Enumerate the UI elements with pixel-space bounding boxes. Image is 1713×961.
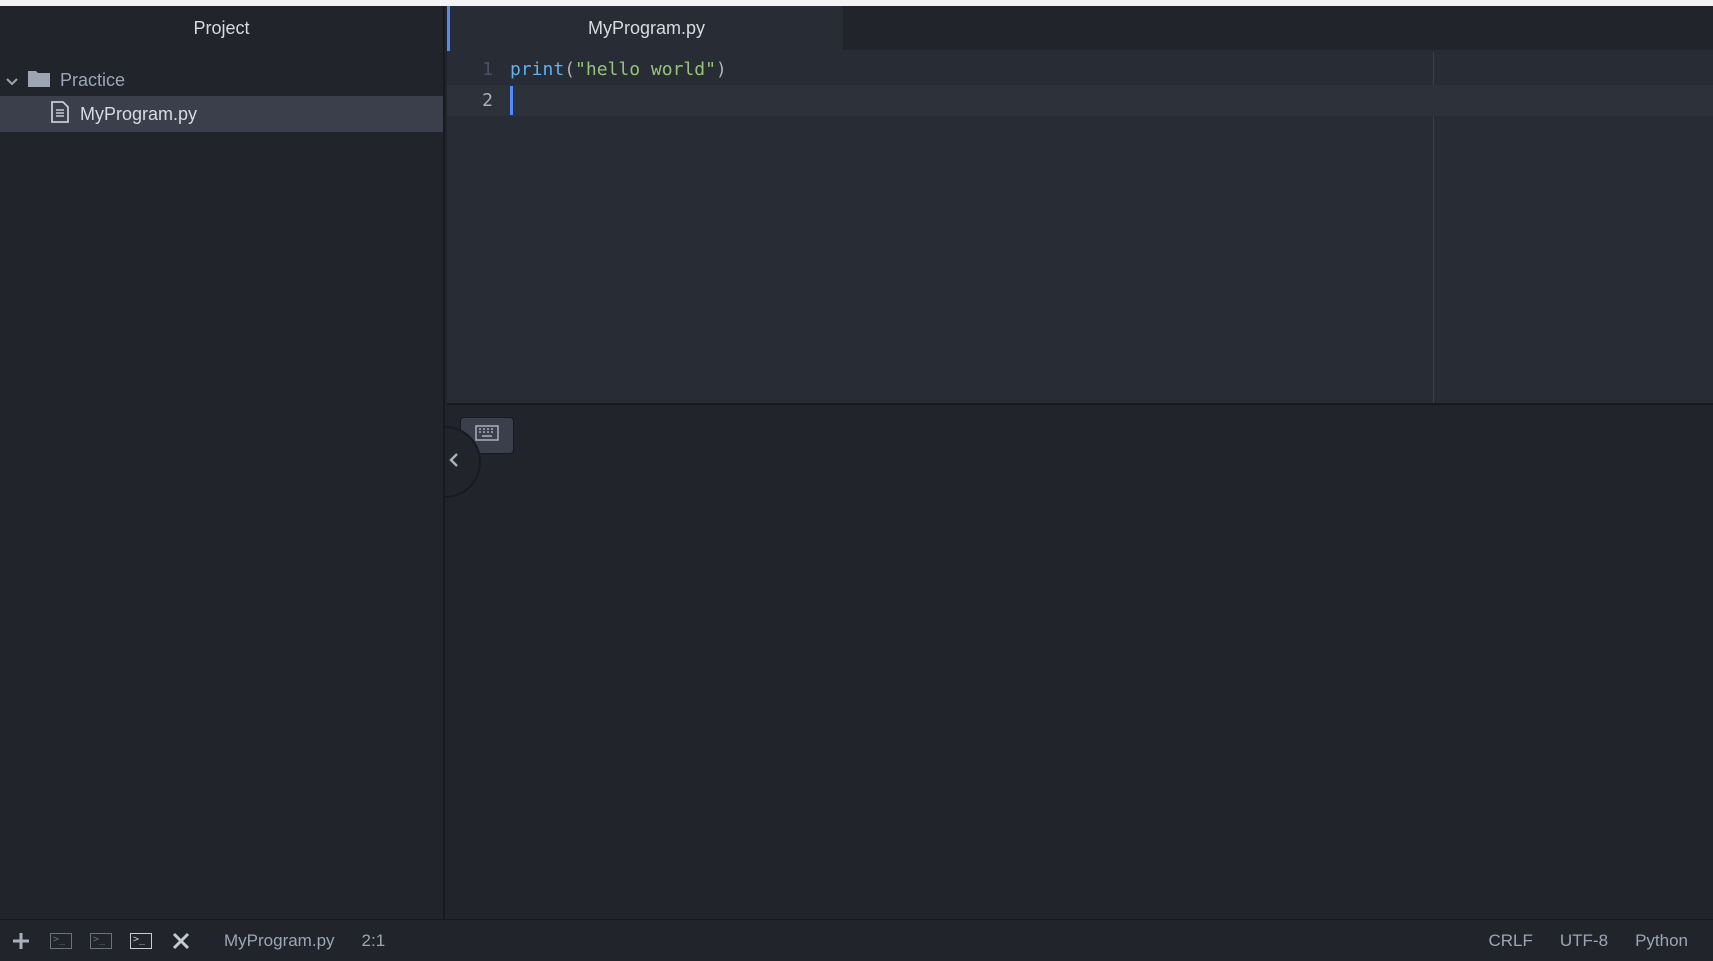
project-panel-title: Project: [193, 18, 250, 38]
tab-myprogram[interactable]: MyProgram.py: [447, 6, 843, 51]
line-number: 2: [482, 90, 493, 111]
tab-bar: MyProgram.py: [447, 6, 1713, 51]
grammar-selector[interactable]: Python: [1635, 931, 1688, 951]
folder-label: Practice: [60, 69, 126, 90]
terminal-panel[interactable]: [447, 403, 1713, 919]
terminal-active-icon[interactable]: >_: [126, 926, 156, 956]
chevron-down-icon: [6, 70, 20, 91]
chevron-left-icon[interactable]: [447, 450, 467, 474]
project-sidebar: Project Practice MyProgram.py: [0, 6, 445, 919]
code-line: 1 print("hello world"): [447, 54, 1713, 85]
code-line-current: 2: [447, 85, 1713, 116]
file-text-icon: [51, 100, 69, 128]
plus-icon[interactable]: [6, 926, 36, 956]
folder-icon: [28, 69, 50, 92]
keyboard-icon: [475, 425, 499, 446]
terminal-icon[interactable]: >_: [86, 926, 116, 956]
file-label: MyProgram.py: [80, 103, 198, 124]
close-icon[interactable]: [166, 926, 196, 956]
tree-file-myprogram[interactable]: MyProgram.py: [0, 96, 443, 132]
tree-folder-practice[interactable]: Practice: [0, 62, 443, 98]
code-editor[interactable]: 1 print("hello world") 2: [447, 52, 1713, 403]
status-file-name[interactable]: MyProgram.py: [224, 931, 335, 951]
line-text: print("hello world"): [510, 59, 727, 80]
file-encoding[interactable]: UTF-8: [1560, 931, 1608, 951]
line-ending[interactable]: CRLF: [1488, 931, 1532, 951]
editor-pane: MyProgram.py 1 print("hello world") 2: [447, 6, 1713, 403]
terminal-icon[interactable]: >_: [46, 926, 76, 956]
text-cursor: [510, 86, 513, 115]
line-number: 1: [482, 59, 493, 80]
cursor-position[interactable]: 2:1: [362, 931, 386, 951]
status-bar: >_ >_ >_ MyProgram.py 2:1 CRLF UTF-8 Pyt…: [0, 919, 1713, 961]
